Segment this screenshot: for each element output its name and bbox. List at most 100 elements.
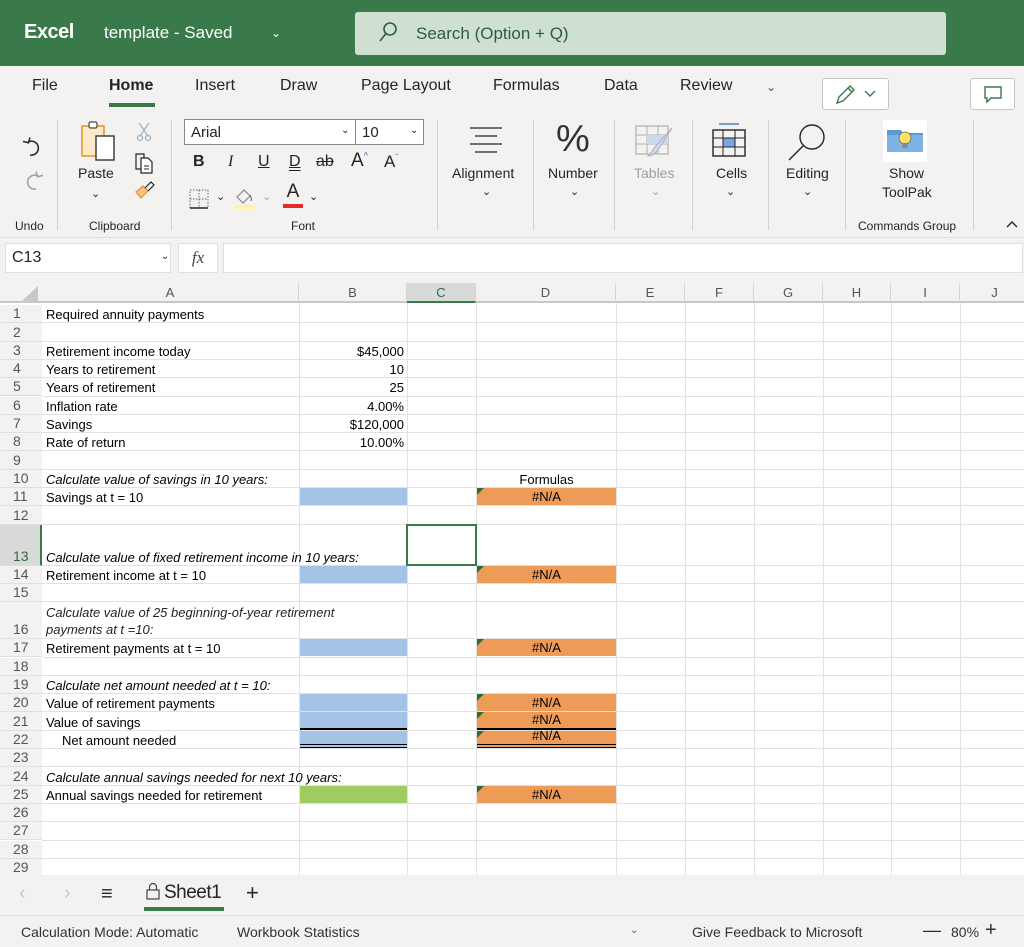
app-name[interactable]: Excel: [24, 21, 74, 44]
cut-icon[interactable]: [136, 122, 152, 142]
percent-icon[interactable]: %: [556, 118, 590, 161]
input-cell-b22[interactable]: [300, 730, 407, 748]
cell-a21[interactable]: Value of savings: [42, 712, 299, 730]
editing-label[interactable]: Editing: [786, 165, 829, 181]
bold-button[interactable]: B: [193, 153, 205, 171]
cell-a6[interactable]: Inflation rate: [42, 397, 299, 415]
name-box-value[interactable]: C13: [12, 249, 41, 267]
cell-a10[interactable]: Calculate value of savings in 10 years:: [42, 470, 299, 488]
cell-a16[interactable]: Calculate value of 25 beginning-of-year …: [46, 604, 334, 638]
row-header-19[interactable]: 19: [0, 675, 42, 695]
more-tabs-chevron-icon[interactable]: ⌄: [766, 80, 776, 94]
paste-icon[interactable]: [80, 120, 118, 164]
formula-cell-d11[interactable]: #N/A: [477, 488, 616, 506]
input-cell-b20[interactable]: [300, 694, 407, 712]
row-header-6[interactable]: 6: [0, 396, 42, 415]
row-header-10[interactable]: 10: [0, 469, 42, 488]
formula-cell-d25[interactable]: #N/A: [477, 785, 616, 803]
row-header-16[interactable]: 16: [0, 602, 42, 640]
fill-color-icon[interactable]: [233, 186, 257, 210]
row-header-29[interactable]: 29: [0, 858, 42, 875]
row-header-11[interactable]: 11: [0, 488, 42, 507]
column-header-c[interactable]: C: [407, 283, 476, 303]
input-cell-b11[interactable]: [300, 488, 407, 506]
tab-data[interactable]: Data: [604, 77, 638, 95]
column-header-h[interactable]: H: [823, 283, 891, 303]
give-feedback-link[interactable]: Give Feedback to Microsoft: [692, 924, 862, 940]
format-painter-icon[interactable]: [134, 180, 156, 200]
row-header-20[interactable]: 20: [0, 694, 42, 713]
toolpak-label-line1[interactable]: Show: [889, 165, 924, 181]
tables-label[interactable]: Tables: [634, 165, 674, 181]
font-color-chevron-icon[interactable]: ⌄: [309, 190, 318, 203]
document-title[interactable]: template - Saved: [104, 23, 233, 43]
active-cell-selection[interactable]: [406, 523, 477, 566]
editing-chevron-icon[interactable]: ⌄: [803, 185, 812, 198]
add-sheet-icon[interactable]: +: [246, 880, 259, 906]
cell-a13[interactable]: Calculate value of fixed retirement inco…: [42, 525, 359, 566]
cell-a17[interactable]: Retirement payments at t = 10: [42, 639, 299, 657]
font-picker[interactable]: Arial ⌄ 10 ⌄: [184, 119, 424, 145]
tab-page-layout[interactable]: Page Layout: [361, 77, 451, 95]
cell-a4[interactable]: Years to retirement: [42, 360, 299, 378]
cell-a22[interactable]: Net amount needed: [42, 731, 299, 749]
formula-cell-d14[interactable]: #N/A: [477, 565, 616, 583]
cell-b6[interactable]: 4.00%: [299, 397, 407, 415]
tables-icon[interactable]: [634, 122, 676, 162]
formula-cell-d20[interactable]: #N/A: [477, 694, 616, 712]
alignment-label[interactable]: Alignment: [452, 165, 514, 181]
tab-home[interactable]: Home: [109, 77, 153, 95]
column-header-g[interactable]: G: [754, 283, 823, 303]
input-cell-b25[interactable]: [300, 785, 407, 803]
editing-mode-button[interactable]: [822, 78, 889, 110]
workbook-statistics[interactable]: Workbook Statistics: [237, 924, 360, 940]
tab-draw[interactable]: Draw: [280, 77, 317, 95]
cell-a3[interactable]: Retirement income today: [42, 342, 299, 360]
cell-a8[interactable]: Rate of return: [42, 433, 299, 451]
cell-b7[interactable]: $120,000: [299, 415, 407, 433]
cell-a5[interactable]: Years of retirement: [42, 378, 299, 396]
row-header-25[interactable]: 25: [0, 785, 42, 804]
borders-chevron-icon[interactable]: ⌄: [216, 190, 225, 203]
font-size-value[interactable]: 10: [362, 124, 379, 141]
chevron-down-icon[interactable]: ⌄: [271, 26, 281, 40]
formula-cell-d17[interactable]: #N/A: [477, 639, 616, 657]
row-header-23[interactable]: 23: [0, 749, 42, 768]
cell-b5[interactable]: 25: [299, 378, 407, 396]
alignment-chevron-icon[interactable]: ⌄: [482, 185, 491, 198]
collapse-ribbon-icon[interactable]: [1006, 220, 1018, 228]
formula-input[interactable]: [223, 243, 1023, 273]
row-header-21[interactable]: 21: [0, 712, 42, 731]
row-header-7[interactable]: 7: [0, 414, 42, 434]
cell-a11[interactable]: Savings at t = 10: [42, 488, 299, 506]
editing-search-icon[interactable]: [786, 122, 828, 164]
row-header-1[interactable]: 1: [0, 305, 42, 324]
row-header-26[interactable]: 26: [0, 803, 42, 823]
row-header-14[interactable]: 14: [0, 565, 42, 584]
column-header-b[interactable]: B: [299, 283, 407, 303]
alignment-icon[interactable]: [468, 124, 504, 156]
row-header-15[interactable]: 15: [0, 583, 42, 603]
row-header-2[interactable]: 2: [0, 323, 42, 342]
chevron-down-icon[interactable]: ⌄: [161, 251, 169, 262]
cell-a14[interactable]: Retirement income at t = 10: [42, 566, 299, 584]
font-name-value[interactable]: Arial: [191, 124, 221, 141]
select-all-button[interactable]: [0, 283, 42, 303]
cell-b8[interactable]: 10.00%: [299, 433, 407, 451]
copy-icon[interactable]: [134, 152, 154, 174]
chevron-down-icon[interactable]: ⌄: [341, 125, 349, 136]
cell-a1[interactable]: Required annuity payments: [42, 305, 299, 323]
number-label[interactable]: Number: [548, 165, 598, 181]
previous-sheet-icon[interactable]: ‹: [19, 882, 26, 905]
column-header-a[interactable]: A: [42, 283, 299, 303]
borders-icon[interactable]: [188, 188, 210, 210]
cell-a24[interactable]: Calculate annual savings needed for next…: [42, 767, 342, 785]
cell-b3[interactable]: $45,000: [299, 342, 407, 360]
zoom-in-icon[interactable]: +: [985, 919, 997, 942]
zoom-level[interactable]: 80%: [951, 924, 979, 940]
row-header-5[interactable]: 5: [0, 378, 42, 397]
zoom-out-icon[interactable]: —: [923, 920, 941, 941]
tables-chevron-icon[interactable]: ⌄: [651, 185, 660, 198]
cells-label[interactable]: Cells: [716, 165, 747, 181]
underline-button[interactable]: U: [258, 153, 270, 171]
